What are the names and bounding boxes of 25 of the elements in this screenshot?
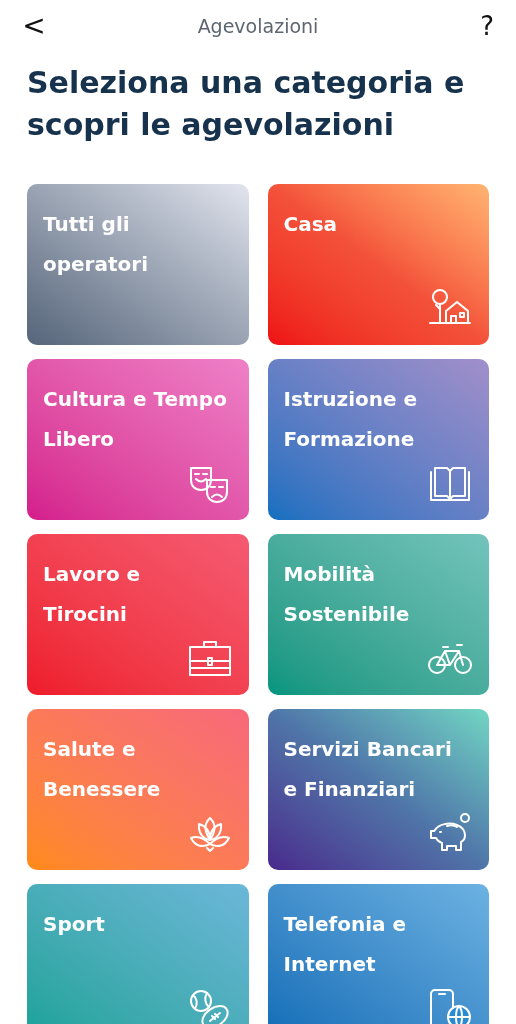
category-card[interactable]: Telefonia e Internet (267, 884, 489, 1024)
phone-with-globe-icon (427, 987, 473, 1024)
category-label: Istruzione e Formazione (283, 386, 419, 453)
category-label: Casa (283, 211, 339, 238)
category-label: Servizi Bancari e Finanziari (283, 736, 453, 803)
category-card[interactable]: Servizi Bancari e Finanziari (267, 709, 489, 870)
category-card[interactable]: Mobilità Sostenibile (267, 534, 489, 695)
help-button[interactable]: ? (470, 13, 494, 39)
category-label: Lavoro e Tirocini (43, 561, 142, 628)
category-card[interactable]: Cultura e Tempo Libero (27, 359, 249, 520)
back-button[interactable]: < (22, 12, 46, 40)
category-label: Cultura e Tempo Libero (43, 386, 228, 453)
category-label: Tutti gli operatori (43, 211, 149, 278)
category-label: Salute e Benessere (43, 736, 162, 803)
category-card[interactable]: Tutti gli operatori (27, 184, 249, 345)
category-card[interactable]: Casa (267, 184, 489, 345)
category-card[interactable]: Istruzione e Formazione (267, 359, 489, 520)
category-card[interactable]: Lavoro e Tirocini (27, 534, 249, 695)
category-label: Telefonia e Internet (283, 911, 408, 978)
screen-title: Agevolazioni (197, 13, 319, 39)
category-card[interactable]: Salute e Benessere (27, 709, 249, 870)
category-card[interactable]: Sport (27, 884, 249, 1024)
category-label: Mobilità Sostenibile (283, 561, 411, 628)
category-label: Sport (43, 911, 106, 938)
page-heading: Seleziona una categoria e scopri le agevolazioni (26, 64, 466, 144)
